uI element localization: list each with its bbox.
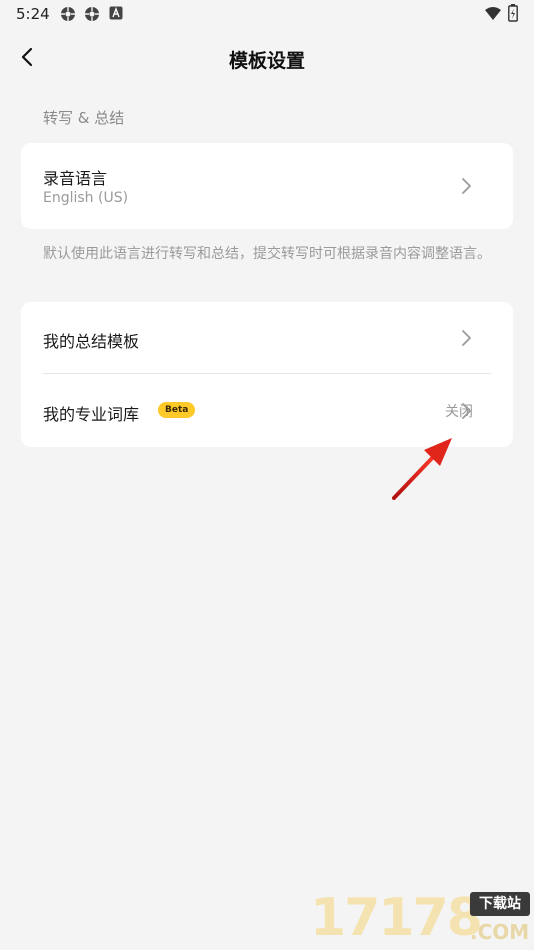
summary-template-row[interactable]: 我的总结模板 [21,302,513,374]
watermark-digits: 17178 [310,888,483,948]
app-bar: 模板设置 [0,30,534,88]
recording-language-value: English (US) [43,190,129,206]
chevron-right-icon [459,329,473,347]
watermark-box: 下载站 [470,892,530,916]
beta-badge: Beta [158,402,196,418]
section-label: 转写 & 总结 [43,109,125,127]
status-bar: 5:24 [0,0,534,28]
battery-icon [508,4,524,22]
red-arrow-annotation [392,438,452,500]
templates-card: 我的总结模板 我的专业词库 Beta 关闭 [21,302,513,447]
site-watermark: 17178 下载站 .COM [310,880,532,950]
status-time: 5:24 [16,5,50,23]
page-title: 模板设置 [228,50,305,72]
vocabulary-label: 我的专业词库 [43,405,140,424]
recording-language-row[interactable]: 录音语言 English (US) [21,143,513,229]
summary-template-label: 我的总结模板 [43,332,140,351]
chevron-right-icon [459,177,473,195]
wifi-icon [484,6,501,22]
recording-language-title: 录音语言 [43,169,108,188]
settings-cog-icon [84,6,100,22]
watermark-domain: .COM [470,920,530,944]
language-note: 默认使用此语言进行转写和总结，提交转写时可根据录音内容调整语言。 [43,246,491,262]
a-letter-icon [109,6,125,22]
chevron-right-icon [459,402,473,420]
settings-cog-icon [60,6,76,22]
